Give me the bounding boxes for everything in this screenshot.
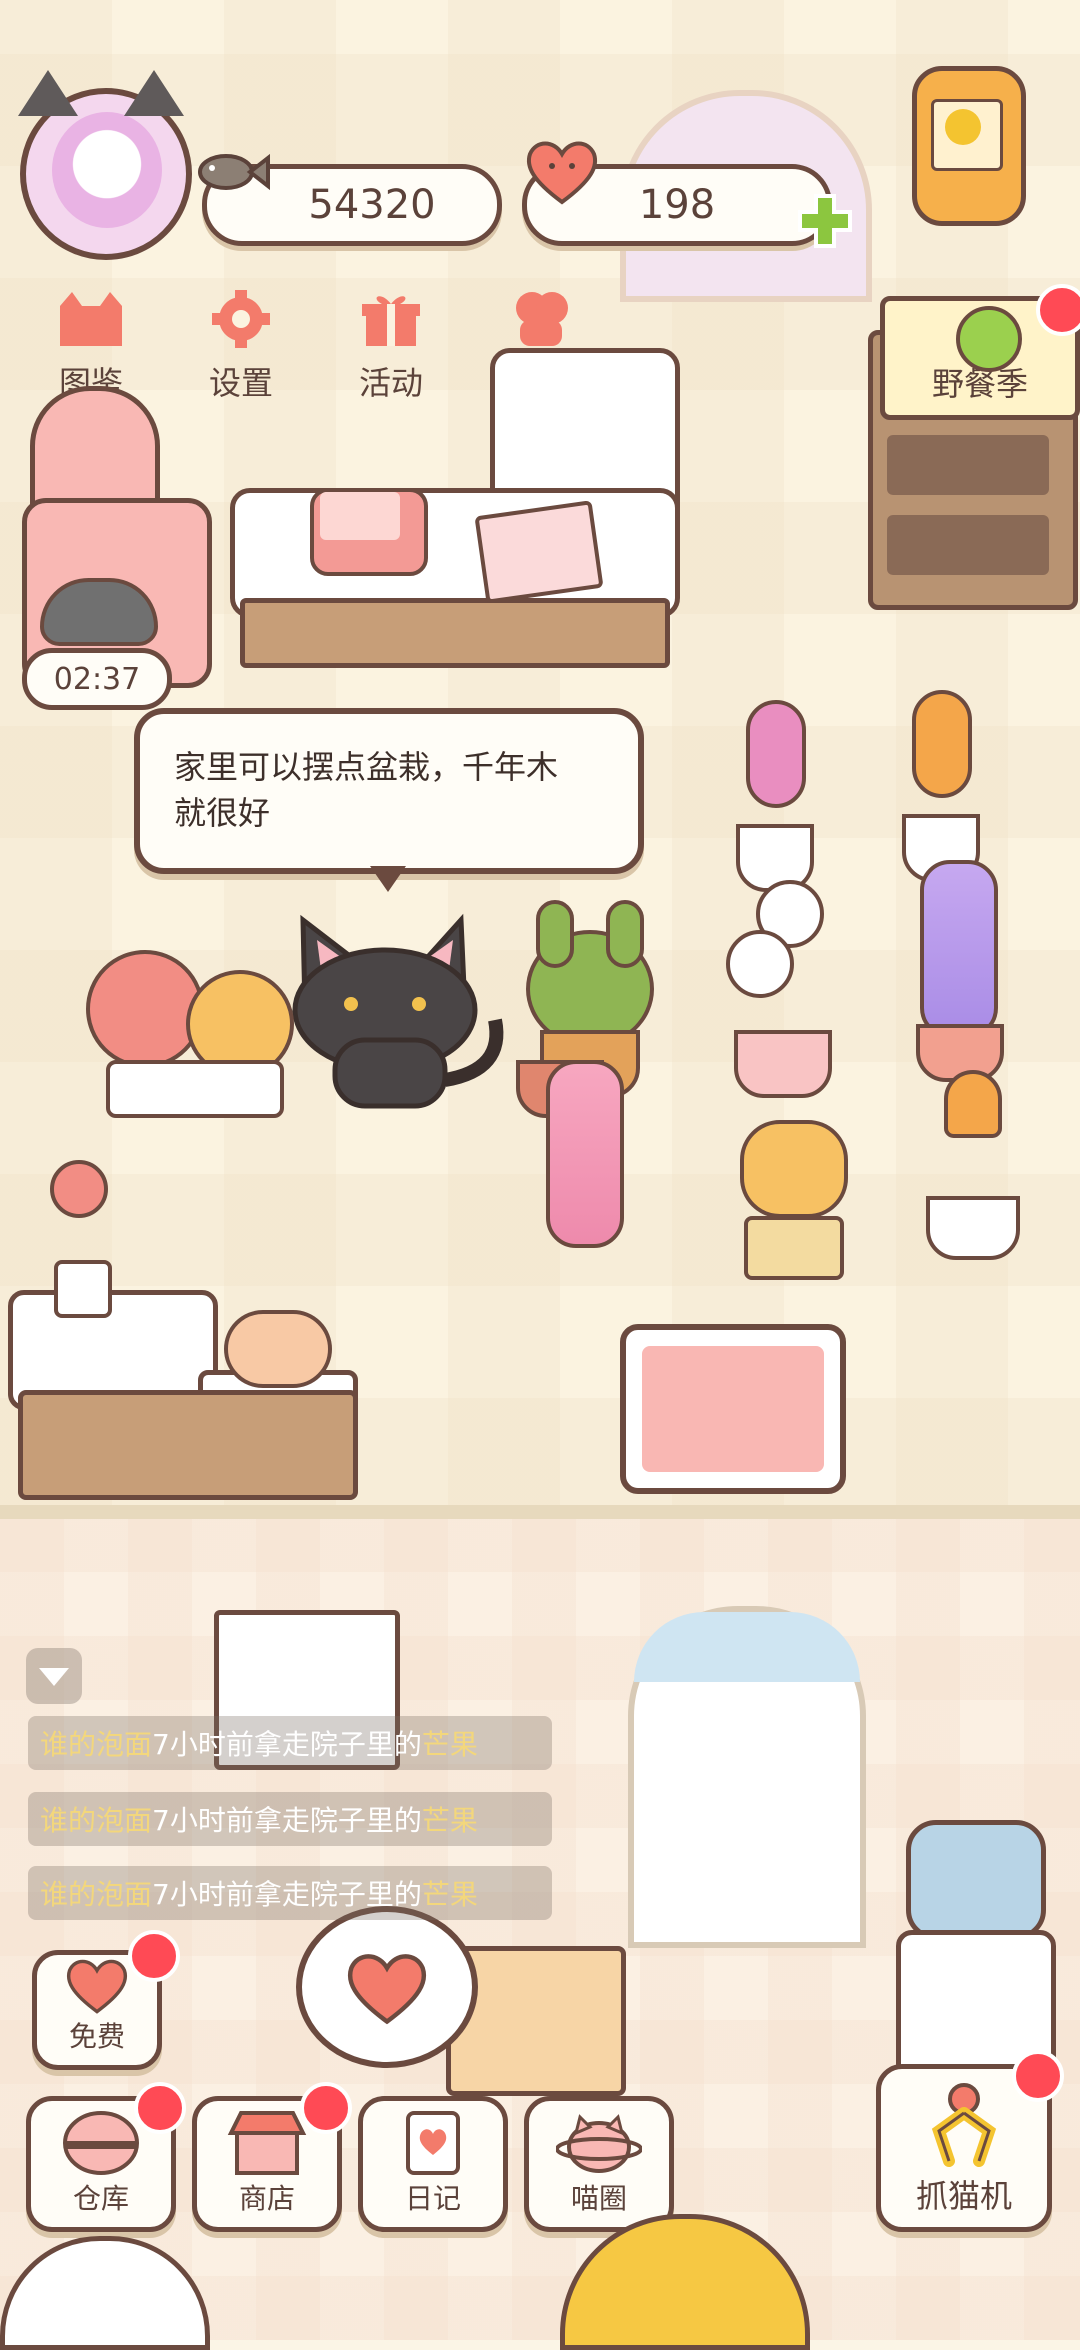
pink-hyacinth-plant[interactable] <box>728 700 818 892</box>
claw-machine-label: 抓猫机 <box>915 2177 1012 2215</box>
telephone-icon <box>320 492 400 540</box>
purple-flower-plant[interactable] <box>890 840 1020 1082</box>
room-divider <box>0 1505 1080 1519</box>
cat-circle-button[interactable]: 喵圈 <box>524 2096 674 2232</box>
avatar-cat-ears <box>124 70 184 116</box>
timer-value: 02:37 <box>53 661 141 697</box>
chevron-down-icon <box>39 1668 69 1686</box>
heart-bubble[interactable] <box>296 1906 478 2068</box>
cat-book-icon <box>54 290 128 348</box>
orange-tulip-plant[interactable] <box>920 1070 1020 1260</box>
feed-action: 7小时前拿走院子里的 <box>152 1804 422 1837</box>
diary-icon <box>406 2111 460 2175</box>
feed-who: 谁的泡面 <box>40 1804 153 1837</box>
heart-amount: 198 <box>638 182 716 228</box>
reception-desk[interactable] <box>230 348 680 668</box>
claw-machine-badge <box>1012 2050 1064 2102</box>
sleeping-cat[interactable] <box>40 578 158 646</box>
cat-planet-icon <box>556 2114 642 2173</box>
warehouse-badge <box>134 2082 186 2134</box>
shop-label: 商店 <box>238 2182 295 2215</box>
white-flower-plant[interactable] <box>716 880 846 1100</box>
lace-curtain-window <box>628 1606 866 1948</box>
diary-button[interactable]: 日记 <box>358 2096 508 2232</box>
hydrangea-planter[interactable] <box>86 950 296 1120</box>
feed-action: 7小时前拿走院子里的 <box>152 1878 422 1911</box>
feed-item: 芒果 <box>421 1878 478 1911</box>
black-cat[interactable] <box>285 900 515 1110</box>
gear-icon <box>204 290 278 348</box>
feed-line: 谁的泡面 7小时前拿走院子里的 芒果 <box>28 1792 552 1846</box>
fish-icon <box>196 150 270 194</box>
fish-amount: 54320 <box>308 182 436 228</box>
heart-icon <box>347 1954 427 2025</box>
water-dispenser[interactable] <box>896 1820 1056 2080</box>
storage-box-icon <box>63 2111 139 2175</box>
feed-item: 芒果 <box>421 1728 478 1761</box>
nav-collection[interactable]: 图鉴 <box>26 290 156 402</box>
yellow-flower-basket[interactable] <box>730 1120 850 1280</box>
speech-tail <box>370 866 406 892</box>
diary-label: 日记 <box>404 2182 461 2215</box>
cat-circle-label: 喵圈 <box>570 2182 627 2215</box>
shop-icon <box>227 2111 307 2175</box>
sunflower-frame <box>912 66 1026 226</box>
event-badge <box>1036 284 1080 336</box>
speech-line1: 家里可以摆点盆栽，千年木 <box>174 748 559 786</box>
claw-icon <box>931 2083 997 2167</box>
feed-who: 谁的泡面 <box>40 1728 153 1761</box>
flower-vase <box>40 1160 130 1318</box>
feed-line: 谁的泡面 7小时前拿走院子里的 芒果 <box>28 1716 552 1770</box>
warehouse-label: 仓库 <box>72 2182 129 2215</box>
pink-orchid-plant[interactable] <box>516 1060 646 1300</box>
feed-action: 7小时前拿走院子里的 <box>152 1728 422 1761</box>
timer-badge: 02:37 <box>22 648 172 710</box>
gift-icon <box>354 290 428 348</box>
add-heart-plus-icon[interactable] <box>796 192 854 250</box>
feed-item: 芒果 <box>421 1804 478 1837</box>
free-badge <box>128 1930 180 1982</box>
apple-icon <box>956 306 1022 372</box>
free-label: 免费 <box>68 2020 125 2053</box>
heart-icon <box>66 1959 128 2014</box>
speech-bubble: 家里可以摆点盆栽，千年木 就很好 <box>134 708 644 874</box>
friends-icon <box>504 290 578 348</box>
feed-line: 谁的泡面 7小时前拿走院子里的 芒果 <box>28 1866 552 1920</box>
heart-icon <box>522 136 602 206</box>
shop-badge <box>300 2082 352 2134</box>
avatar-cat-ears <box>18 70 78 116</box>
speech-line2: 就很好 <box>174 794 271 832</box>
feed-who: 谁的泡面 <box>40 1878 153 1911</box>
pink-cat-rug[interactable] <box>620 1324 846 1494</box>
feed-toggle-button[interactable] <box>26 1648 82 1704</box>
